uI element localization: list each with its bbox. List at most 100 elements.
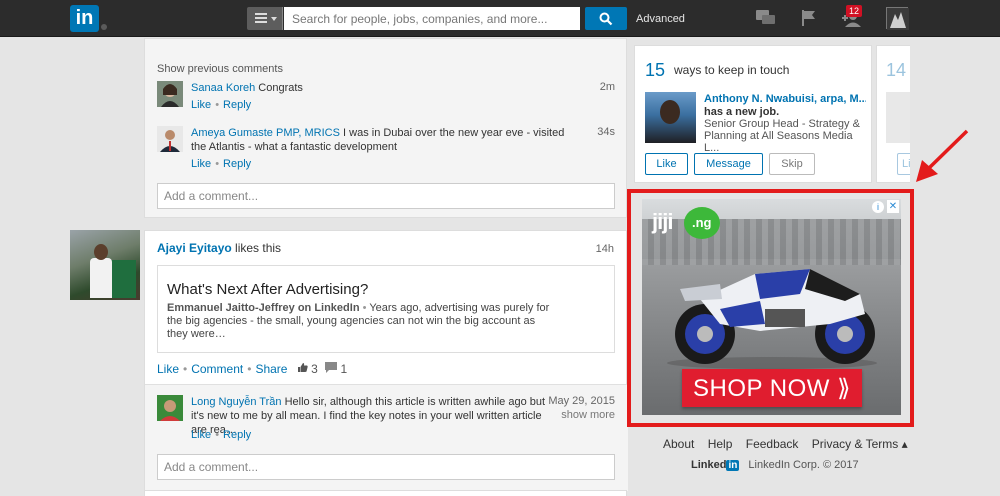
search-category-menu-button[interactable] [247,7,283,30]
footer-brand-text: Linked [691,459,727,471]
jiji-logo: jiji .ng [646,203,720,239]
separator-dot: • [215,158,220,170]
jiji-suffix: .ng [692,215,712,230]
like-link[interactable]: Like [191,429,211,441]
comment-time: 34s [597,126,615,138]
new-job-label: has a new job. [704,106,780,118]
advertisement[interactable]: jiji .ng i ✕ SHOP NOW ⟫ [642,199,901,415]
like-link[interactable]: Like [191,99,211,111]
article-preview[interactable]: What's Next After Advertising? Emmanuel … [157,265,615,353]
menu-icon [255,13,267,15]
footer-copyright: Linked in LinkedIn Corp. © 2017 [691,459,859,471]
advanced-search-link[interactable]: Advanced [636,13,685,25]
comment-item: Sanaa Koreh Congrats 2m Like • Reply [157,81,615,121]
jiji-brand: jiji [652,209,673,234]
footer-link-about[interactable]: About [663,437,694,451]
messages-icon[interactable] [755,8,777,28]
comment-button[interactable]: Comment [191,362,243,376]
connection-photo[interactable] [645,92,696,143]
connection-face [660,100,680,124]
motorcycle-image [667,269,877,369]
separator-dot: • [247,362,252,376]
comments-count-value: 1 [340,362,348,376]
chevron-down-icon [271,17,277,21]
like-link[interactable]: Like [191,158,211,170]
linkedin-logo[interactable]: in [70,5,99,32]
notification-badge: 12 [846,5,863,17]
reply-link[interactable]: Reply [223,99,251,111]
avatar-figure [90,258,112,298]
avatar-image [887,8,909,30]
commenter-avatar[interactable] [157,395,183,421]
liker-name[interactable]: Ajayi Eyitayo [157,241,232,255]
top-navigation-bar: in Advanced 12 [0,0,1000,37]
search-input[interactable] [284,7,580,30]
article-title[interactable]: What's Next After Advertising? [167,281,368,298]
article-author[interactable]: Emmanuel Jaitto-Jeffrey on LinkedIn [167,302,360,314]
comment-body: Ameya Gumaste PMP, MRICS I was in Dubai … [191,126,571,154]
commenter-name[interactable]: Long Nguyễn Trần [191,396,282,408]
comment-time: 2m [599,81,615,93]
keep-in-touch-count: 15 [645,60,666,80]
post-author-avatar[interactable] [70,230,140,300]
connection-name[interactable]: Anthony N. Nwabuisi, arpa, M... [704,93,866,105]
likes-count[interactable]: 3 [297,362,321,376]
comment-date: May 29, 2015 [548,395,615,407]
post-comments-section: Long Nguyễn Trần Hello sir, although thi… [145,384,628,491]
show-more-link[interactable]: show more [561,409,615,421]
next-keep-in-touch-card[interactable]: 14 Li [876,45,910,183]
show-previous-comments-link[interactable]: Show previous comments [157,63,283,75]
search-button[interactable] [585,7,627,30]
add-comment-input[interactable] [157,183,615,209]
next-connection-photo [886,92,910,143]
separator-dot: • [215,99,220,111]
comment-body: Sanaa Koreh Congrats [191,81,561,95]
footer-links: About Help Feedback Privacy & Terms ▴ [663,437,918,451]
footer-link-help[interactable]: Help [708,437,733,451]
message-button[interactable]: Message [694,153,763,175]
comment-actions: Like • Reply [191,99,251,111]
like-button[interactable]: Like [157,362,179,376]
likes-count-value: 3 [311,362,318,376]
comments-count[interactable]: 1 [325,362,347,376]
job-description: Senior Group Head - Strategy & Planning … [704,118,860,154]
thumbs-up-icon [297,363,308,372]
skip-button[interactable]: Skip [769,153,815,175]
commenter-name[interactable]: Sanaa Koreh [191,82,255,94]
keep-in-touch-heading: ways to keep in touch [674,63,790,77]
feed-post-card: Ajayi Eyitayo likes this 14h What's Next… [144,230,628,491]
comment-actions: Like • Reply [191,158,251,170]
keep-in-touch-card: 15 ways to keep in touch Anthony N. Nwab… [634,45,872,183]
commenter-avatar[interactable] [157,81,183,107]
avatar-background [110,260,136,298]
shop-now-button[interactable]: SHOP NOW ⟫ [682,369,862,407]
separator-dot: • [183,362,188,376]
ad-info-icon[interactable]: i [872,201,884,213]
red-arrow-annotation [916,129,969,182]
share-button[interactable]: Share [255,362,287,376]
footer-brand-in: in [726,460,740,471]
article-description: Emmanuel Jaitto-Jeffrey on LinkedIn • Ye… [167,302,550,340]
commenter-avatar[interactable] [157,126,183,152]
flag-icon[interactable] [800,8,818,28]
commenter-name[interactable]: Ameya Gumaste PMP, MRICS [191,127,340,139]
like-button[interactable]: Like [645,153,688,175]
separator-dot: • [215,429,220,441]
feed-comments-card: Show previous comments Sanaa Koreh Congr… [144,38,627,218]
profile-avatar[interactable] [886,7,909,30]
comment-bubble-icon [325,362,338,373]
activity-header: Ajayi Eyitayo likes this [157,241,281,255]
reply-link[interactable]: Reply [223,429,251,441]
ad-close-icon[interactable]: ✕ [887,200,899,213]
footer-link-privacy-terms[interactable]: Privacy & Terms ▴ [812,437,908,451]
footer-link-feedback[interactable]: Feedback [746,437,799,451]
avatar-face [94,244,108,260]
copyright-text: LinkedIn Corp. © 2017 [748,459,859,471]
next-like-button[interactable]: Li [897,153,910,175]
next-count: 14 [886,60,907,80]
comment-item: Ameya Gumaste PMP, MRICS I was in Dubai … [157,126,615,176]
activity-text: likes this [235,241,282,255]
reply-link[interactable]: Reply [223,158,251,170]
search-icon [599,12,613,26]
add-comment-input[interactable] [157,454,615,480]
